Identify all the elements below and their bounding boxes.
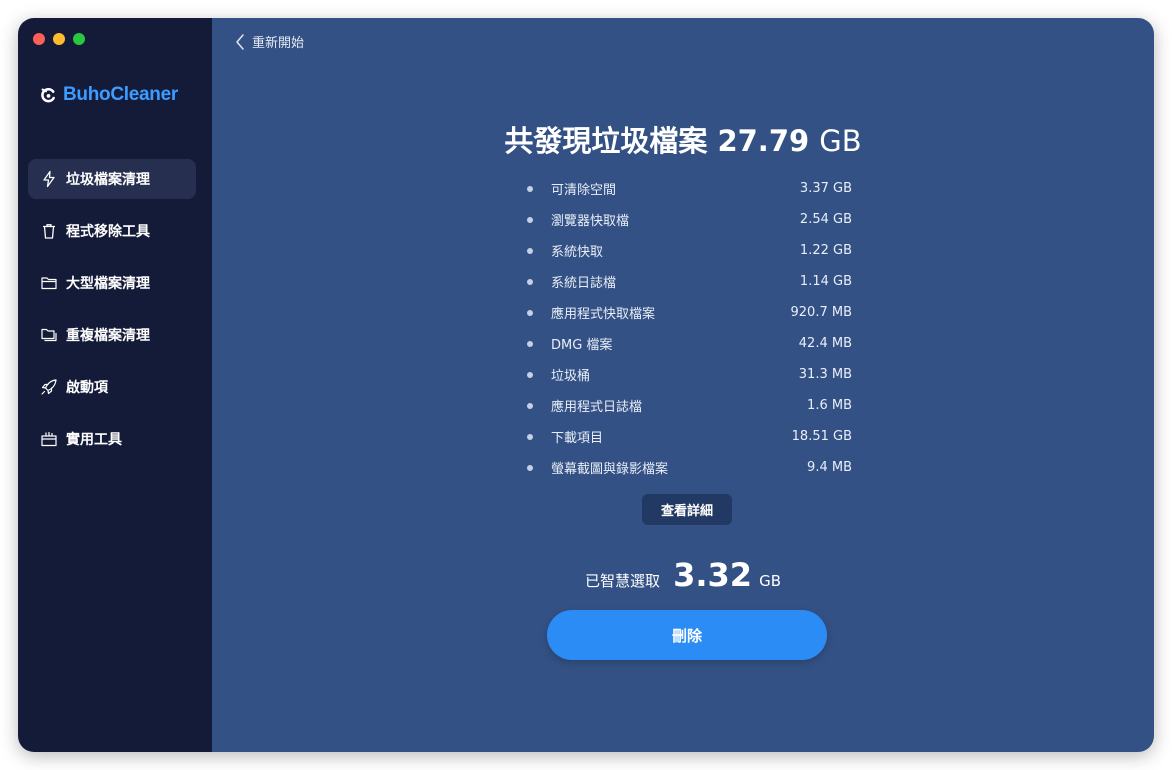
category-label: DMG 檔案 — [551, 338, 613, 353]
sidebar-item-duplicate-files[interactable]: 重複檔案清理 — [28, 315, 196, 355]
list-item: 應用程式快取檔案 920.7 MB — [527, 297, 852, 328]
list-item: 螢幕截圖與錄影檔案 9.4 MB — [527, 452, 852, 483]
category-label: 系統快取 — [551, 245, 604, 260]
category-label: 應用程式快取檔案 — [551, 307, 656, 322]
sidebar-item-label: 垃圾檔案清理 — [66, 172, 150, 188]
category-label: 瀏覽器快取檔 — [551, 214, 630, 229]
junk-total-value: 27.79 — [717, 124, 810, 158]
close-window-button[interactable] — [33, 33, 45, 45]
category-label: 螢幕截圖與錄影檔案 — [551, 462, 669, 477]
sidebar-item-label: 啟動項 — [66, 380, 108, 396]
sidebar-item-app-uninstaller[interactable]: 程式移除工具 — [28, 211, 196, 251]
sidebar-item-label: 程式移除工具 — [66, 224, 150, 240]
bullet-icon — [527, 371, 533, 378]
category-label: 可清除空間 — [551, 183, 617, 198]
bullet-icon — [527, 185, 533, 192]
selection-unit: GB — [759, 572, 782, 590]
sidebar-item-startup-items[interactable]: 啟動項 — [28, 367, 196, 407]
junk-total-prefix: 共發現垃圾檔案 — [504, 124, 708, 158]
trash-icon — [40, 222, 58, 240]
category-label: 系統日誌檔 — [551, 276, 617, 291]
selection-label: 已智慧選取 — [584, 572, 660, 590]
rocket-icon — [40, 378, 58, 396]
sidebar-item-label: 實用工具 — [66, 432, 122, 448]
category-label: 下載項目 — [551, 431, 604, 446]
sidebar-item-large-files[interactable]: 大型檔案清理 — [28, 263, 196, 303]
bullet-icon — [527, 433, 533, 440]
junk-total-heading: 共發現垃圾檔案 27.79 GB — [212, 118, 1154, 160]
category-size: 1.6 MB — [807, 398, 852, 413]
zoom-window-button[interactable] — [73, 33, 85, 45]
category-size: 1.22 GB — [799, 243, 852, 258]
smart-selection-summary: 已智慧選取 3.32 GB — [212, 556, 1154, 594]
sidebar: BuhoCleaner 垃圾檔案清理 程式移除工具 大型檔案清理 重複檔案清理 … — [18, 18, 212, 752]
sidebar-item-junk-cleaner[interactable]: 垃圾檔案清理 — [28, 159, 196, 199]
junk-total-unit: GB — [819, 124, 862, 158]
list-item: 應用程式日誌檔 1.6 MB — [527, 390, 852, 421]
folder-icon — [40, 274, 58, 292]
list-item: 垃圾桶 31.3 MB — [527, 359, 852, 390]
delete-button[interactable]: 刪除 — [547, 610, 827, 660]
category-size: 3.37 GB — [799, 181, 852, 196]
app-name: BuhoCleaner — [63, 84, 178, 105]
lightning-icon — [40, 170, 58, 188]
list-item: 可清除空間 3.37 GB — [527, 173, 852, 204]
main-panel: 重新開始 共發現垃圾檔案 27.79 GB 可清除空間 3.37 GB 瀏覽器快… — [212, 18, 1154, 752]
back-button[interactable]: 重新開始 — [234, 32, 304, 51]
category-size: 1.14 GB — [799, 274, 852, 289]
chevron-left-icon — [236, 33, 244, 50]
bullet-icon — [527, 340, 533, 347]
category-label: 垃圾桶 — [551, 369, 591, 384]
junk-category-list: 可清除空間 3.37 GB 瀏覽器快取檔 2.54 GB 系統快取 1.22 G… — [527, 173, 852, 483]
bullet-icon — [527, 464, 533, 471]
sidebar-item-toolkit[interactable]: 實用工具 — [28, 419, 196, 459]
category-size: 18.51 GB — [791, 429, 852, 444]
category-size: 31.3 MB — [798, 367, 852, 382]
bullet-icon — [527, 402, 533, 409]
category-size: 2.54 GB — [799, 212, 852, 227]
category-label: 應用程式日誌檔 — [551, 400, 643, 415]
sidebar-nav: 垃圾檔案清理 程式移除工具 大型檔案清理 重複檔案清理 啟動項 實用工具 — [28, 159, 196, 471]
category-size: 42.4 MB — [798, 336, 852, 351]
bullet-icon — [527, 216, 533, 223]
category-size: 920.7 MB — [790, 305, 852, 320]
list-item: DMG 檔案 42.4 MB — [527, 328, 852, 359]
bullet-icon — [527, 278, 533, 285]
bullet-icon — [527, 247, 533, 254]
app-window: BuhoCleaner 垃圾檔案清理 程式移除工具 大型檔案清理 重複檔案清理 … — [18, 18, 1154, 752]
buho-logo-icon — [41, 87, 55, 102]
list-item: 下載項目 18.51 GB — [527, 421, 852, 452]
app-logo: BuhoCleaner — [40, 84, 178, 106]
toolbox-icon — [40, 430, 58, 448]
sidebar-item-label: 重複檔案清理 — [66, 328, 150, 344]
category-size: 9.4 MB — [807, 460, 852, 475]
duplicate-folder-icon — [40, 326, 58, 344]
list-item: 瀏覽器快取檔 2.54 GB — [527, 204, 852, 235]
selection-value: 3.32 — [673, 556, 753, 594]
view-details-button[interactable]: 查看詳細 — [642, 494, 732, 525]
minimize-window-button[interactable] — [53, 33, 65, 45]
list-item: 系統日誌檔 1.14 GB — [527, 266, 852, 297]
window-controls — [33, 33, 85, 45]
list-item: 系統快取 1.22 GB — [527, 235, 852, 266]
bullet-icon — [527, 309, 533, 316]
sidebar-item-label: 大型檔案清理 — [66, 276, 150, 292]
back-label: 重新開始 — [252, 36, 305, 51]
